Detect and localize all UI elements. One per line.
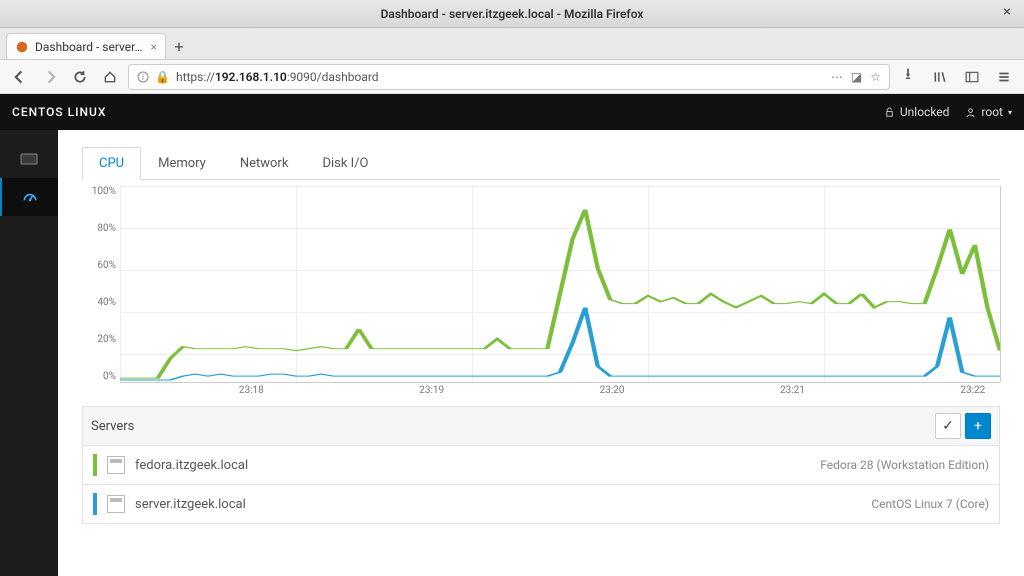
downloads-icon[interactable]: ⭳ <box>896 65 920 89</box>
server-icon <box>107 456 125 474</box>
new-tab-button[interactable]: + <box>166 33 192 59</box>
sidebar-item-host[interactable] <box>0 140 58 178</box>
browser-tab[interactable]: Dashboard - server.itzgee × <box>6 33 166 59</box>
url-text: https://192.168.1.10:9090/dashboard <box>176 70 379 84</box>
server-os: CentOS Linux 7 (Core) <box>871 497 989 511</box>
chevron-down-icon: ▾ <box>1008 108 1012 117</box>
user-menu[interactable]: root ▾ <box>965 105 1012 119</box>
tab-diskio[interactable]: Disk I/O <box>305 147 385 180</box>
dashboard-main: CPU Memory Network Disk I/O 100% 80% 60%… <box>58 130 1024 576</box>
plot-area: 23:18 23:19 23:20 23:21 23:22 <box>120 186 1000 396</box>
window-close-button[interactable]: × <box>998 4 1016 22</box>
server-row[interactable]: fedora.itzgeek.local Fedora 28 (Workstat… <box>82 446 1000 485</box>
y-axis-labels: 100% 80% 60% 40% 20% 0% <box>82 186 120 396</box>
server-color-stripe <box>93 493 97 515</box>
info-icon: i <box>137 71 149 83</box>
server-icon <box>19 151 39 167</box>
dashboard-icon <box>20 189 40 205</box>
server-name: server.itzgeek.local <box>135 497 246 512</box>
forward-button[interactable] <box>38 65 62 89</box>
user-icon <box>965 107 976 118</box>
reload-button[interactable] <box>68 65 92 89</box>
home-button[interactable] <box>98 65 122 89</box>
tab-close-icon[interactable]: × <box>151 40 157 54</box>
cockpit-sidebar <box>0 130 58 576</box>
servers-header: Servers ✓ + <box>82 406 1000 446</box>
window-title: Dashboard - server.itzgeek.local - Mozil… <box>381 7 644 21</box>
cpu-chart: 100% 80% 60% 40% 20% 0% <box>82 186 1000 396</box>
unlock-icon <box>884 107 895 118</box>
browser-tabstrip: Dashboard - server.itzgee × + <box>0 28 1024 60</box>
reader-icon[interactable]: ◪ <box>851 70 862 84</box>
servers-panel: Servers ✓ + fedora.itzgeek.local Fedora … <box>82 406 1000 524</box>
menu-icon[interactable] <box>992 65 1016 89</box>
server-os: Fedora 28 (Workstation Edition) <box>820 458 989 472</box>
servers-title: Servers <box>91 419 134 434</box>
brand-label: CENTOS LINUX <box>12 105 106 119</box>
metric-tabs: CPU Memory Network Disk I/O <box>82 146 1000 180</box>
server-name: fedora.itzgeek.local <box>135 458 248 473</box>
svg-text:i: i <box>142 73 144 82</box>
back-button[interactable] <box>8 65 32 89</box>
library-icon[interactable] <box>928 65 952 89</box>
server-icon <box>107 495 125 513</box>
privilege-toggle[interactable]: Unlocked <box>884 105 950 119</box>
url-bar[interactable]: i 🔒 https://192.168.1.10:9090/dashboard … <box>128 64 890 90</box>
page-actions-icon[interactable]: ⋯ <box>831 70 843 84</box>
add-server-button[interactable]: + <box>965 413 991 439</box>
sidebar-item-dashboard[interactable] <box>0 178 58 216</box>
lock-icon: 🔒 <box>155 70 170 84</box>
cockpit-header: CENTOS LINUX Unlocked root ▾ <box>0 94 1024 130</box>
server-row[interactable]: server.itzgeek.local CentOS Linux 7 (Cor… <box>82 485 1000 524</box>
tab-memory[interactable]: Memory <box>141 147 223 180</box>
window-titlebar: Dashboard - server.itzgeek.local - Mozil… <box>0 0 1024 28</box>
server-color-stripe <box>93 454 97 476</box>
tab-cpu[interactable]: CPU <box>82 147 141 180</box>
browser-tab-label: Dashboard - server.itzgee <box>35 40 145 54</box>
browser-navbar: i 🔒 https://192.168.1.10:9090/dashboard … <box>0 60 1024 94</box>
tab-network[interactable]: Network <box>223 147 306 180</box>
bookmark-star-icon[interactable]: ☆ <box>870 70 881 84</box>
sidebar-icon[interactable] <box>960 65 984 89</box>
edit-servers-button[interactable]: ✓ <box>935 413 961 439</box>
cockpit-favicon <box>15 40 29 54</box>
x-axis-labels: 23:18 23:19 23:20 23:21 23:22 <box>120 385 1000 396</box>
